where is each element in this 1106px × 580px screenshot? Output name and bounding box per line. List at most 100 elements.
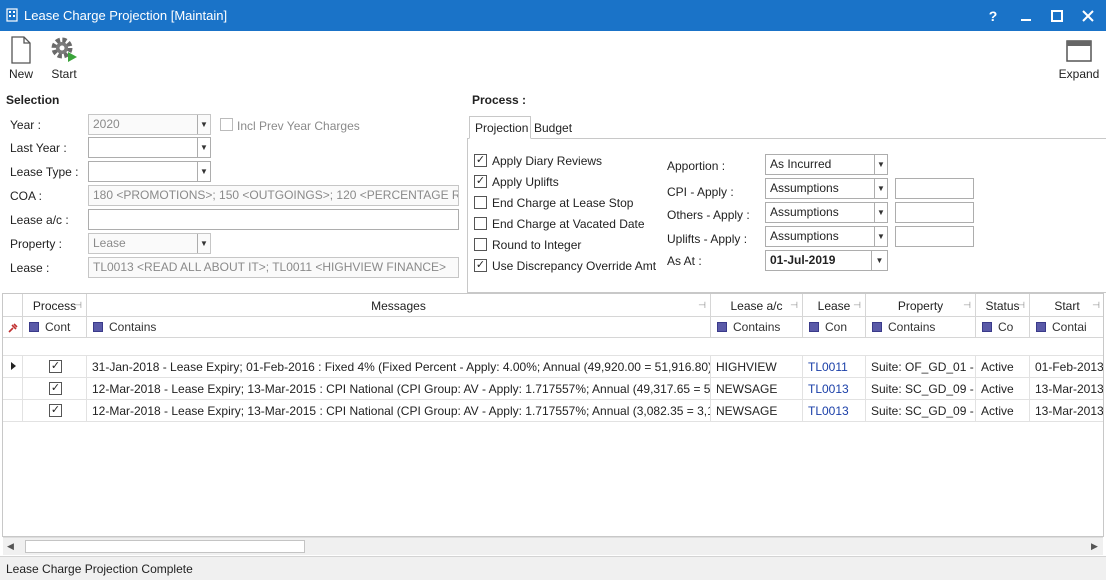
lease-ac-field[interactable] [88, 209, 459, 230]
filter-operator-icon[interactable] [717, 322, 727, 332]
process-checkbox[interactable]: ✓ [49, 360, 62, 373]
uplifts-apply-label: Uplifts - Apply : [667, 232, 748, 246]
filter-label: Contains [888, 320, 936, 334]
others-apply-label: Others - Apply : [667, 208, 750, 222]
column-header-label: Property [897, 299, 944, 313]
chevron-down-icon: ▼ [874, 155, 887, 174]
uplifts-extra-field[interactable] [895, 226, 974, 247]
filter-operator-icon[interactable] [29, 322, 39, 332]
pin-icon[interactable]: ⊣ [698, 300, 706, 311]
scrollbar-thumb[interactable] [25, 540, 305, 553]
filter-operator-icon[interactable] [809, 322, 819, 332]
pin-icon[interactable]: ⊣ [963, 300, 971, 311]
end-charge-vacated-checkbox[interactable] [474, 217, 487, 230]
filter-lease-ac[interactable]: Contains [711, 317, 803, 338]
discrepancy-override-label: Use Discrepancy Override Amt [492, 259, 657, 273]
selection-heading: Selection [6, 93, 60, 107]
table-row-process[interactable]: ✓ [23, 400, 87, 422]
pin-icon[interactable]: ⊣ [74, 300, 82, 311]
row-selector[interactable] [3, 356, 23, 378]
filter-operator-icon[interactable] [872, 322, 882, 332]
filter-status[interactable]: Co [976, 317, 1030, 338]
filter-operator-icon[interactable] [982, 322, 992, 332]
chevron-down-icon: ▼ [197, 115, 210, 134]
pin-icon[interactable]: ⊣ [790, 300, 798, 311]
table-row-process[interactable]: ✓ [23, 356, 87, 378]
filter-start[interactable]: Contai [1030, 317, 1103, 338]
minimize-button[interactable] [1010, 0, 1042, 31]
expand-button[interactable]: Expand [1058, 35, 1100, 81]
scroll-left-icon[interactable]: ◀ [7, 541, 14, 552]
lease-field[interactable]: TL0013 <READ ALL ABOUT IT>; TL0011 <HIGH… [88, 257, 459, 278]
last-year-select[interactable]: ▼ [88, 137, 211, 158]
filter-lease[interactable]: Con [803, 317, 866, 338]
new-document-icon [11, 36, 31, 64]
tab-budget[interactable]: Budget [534, 120, 572, 135]
filter-operator-icon[interactable] [93, 322, 103, 332]
filter-operator-icon[interactable] [1036, 322, 1046, 332]
table-row-lease-link[interactable]: TL0011 [803, 356, 866, 378]
apportion-select[interactable]: As Incurred ▼ [765, 154, 888, 175]
new-button[interactable]: New [6, 35, 36, 81]
filter-row-indicator [3, 317, 23, 338]
close-button[interactable] [1072, 0, 1104, 31]
apply-diary-reviews-checkbox[interactable]: ✓ [474, 154, 487, 167]
column-header-lease[interactable]: Lease ⊣ [803, 294, 866, 317]
help-button[interactable]: ? [977, 0, 1009, 31]
lease-type-select[interactable]: ▼ [88, 161, 211, 182]
table-row-lease-link[interactable]: TL0013 [803, 400, 866, 422]
as-at-date-picker[interactable]: 01-Jul-2019 ▼ [765, 250, 888, 271]
filter-label: Cont [45, 320, 71, 334]
cpi-apply-label: CPI - Apply : [667, 185, 734, 199]
row-indicator-header [3, 294, 23, 317]
process-checkbox[interactable]: ✓ [49, 404, 62, 417]
discrepancy-override-checkbox[interactable]: ✓ [474, 259, 487, 272]
others-extra-field[interactable] [895, 202, 974, 223]
incl-prev-year-checkbox[interactable] [220, 118, 233, 131]
table-row-start: 13-Mar-2013 [1030, 400, 1103, 422]
coa-field[interactable]: 180 <PROMOTIONS>; 150 <OUTGOINGS>; 120 <… [88, 185, 459, 206]
pin-icon[interactable]: ⊣ [853, 300, 861, 311]
round-integer-checkbox[interactable] [474, 238, 487, 251]
title-bar: Lease Charge Projection [Maintain] ? [0, 0, 1106, 31]
new-row-spacer [3, 338, 1103, 356]
column-header-property[interactable]: Property ⊣ [866, 294, 976, 317]
column-header-process[interactable]: Process ⊣ [23, 294, 87, 317]
pin-icon[interactable]: ⊣ [1092, 300, 1100, 311]
scroll-right-icon[interactable]: ▶ [1091, 541, 1098, 552]
maximize-icon [1051, 9, 1063, 22]
end-charge-lease-stop-checkbox[interactable] [474, 196, 487, 209]
row-selector[interactable] [3, 400, 23, 422]
cpi-extra-field[interactable] [895, 178, 974, 199]
tab-projection[interactable]: Projection [469, 116, 531, 139]
year-select[interactable]: 2020 ▼ [88, 114, 211, 135]
pin-icon[interactable]: ⊣ [1017, 300, 1025, 311]
current-row-arrow-icon [11, 362, 16, 370]
property-select[interactable]: Lease ▼ [88, 233, 211, 254]
start-button[interactable]: Start [48, 35, 80, 81]
column-header-start[interactable]: Start ⊣ [1030, 294, 1103, 317]
filter-process[interactable]: Cont [23, 317, 87, 338]
column-header-lease-ac[interactable]: Lease a/c ⊣ [711, 294, 803, 317]
column-header-status[interactable]: Status ⊣ [976, 294, 1030, 317]
filter-pin-icon [8, 323, 18, 333]
apply-uplifts-checkbox[interactable]: ✓ [474, 175, 487, 188]
table-row-process[interactable]: ✓ [23, 378, 87, 400]
filter-messages[interactable]: Contains [87, 317, 711, 338]
row-selector[interactable] [3, 378, 23, 400]
lease-ac-label: Lease a/c : [10, 213, 69, 227]
close-icon [1082, 9, 1094, 22]
filter-property[interactable]: Contains [866, 317, 976, 338]
column-header-messages[interactable]: Messages ⊣ [87, 294, 711, 317]
filter-label: Co [998, 320, 1014, 334]
filter-label: Contai [1052, 320, 1087, 334]
table-row-lease-link[interactable]: TL0013 [803, 378, 866, 400]
toolbar: New Start Expand [0, 31, 1106, 90]
uplifts-apply-select[interactable]: Assumptions ▼ [765, 226, 888, 247]
lease-type-label: Lease Type : [10, 165, 79, 179]
cpi-apply-select[interactable]: Assumptions ▼ [765, 178, 888, 199]
others-apply-select[interactable]: Assumptions ▼ [765, 202, 888, 223]
process-checkbox[interactable]: ✓ [49, 382, 62, 395]
maximize-button[interactable] [1041, 0, 1073, 31]
horizontal-scrollbar[interactable]: ◀ ▶ [3, 537, 1103, 555]
